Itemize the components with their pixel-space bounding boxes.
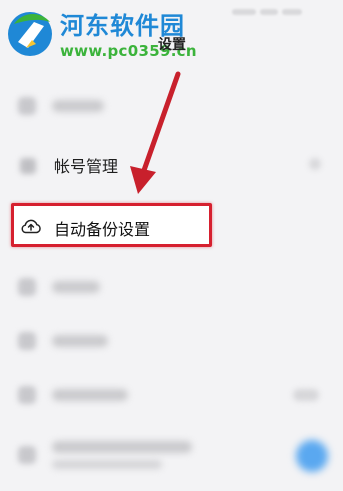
- row-value-blurred: [293, 389, 319, 401]
- row-icon: [18, 97, 36, 115]
- row-label-blurred: [52, 389, 128, 401]
- row-label-blurred: [52, 335, 108, 347]
- row-icon: [18, 386, 36, 404]
- settings-screen: 河东软件园 www.pc0359.cn 设置 帐号管理 自动备份设置: [0, 0, 343, 491]
- watermark: 河东软件园 www.pc0359.cn: [0, 0, 240, 72]
- settings-row-blurred[interactable]: [0, 258, 343, 314]
- settings-row-blurred[interactable]: [0, 426, 343, 482]
- page-title: 设置: [158, 37, 186, 53]
- cloud-upload-icon: [21, 219, 41, 234]
- row-label-blurred: [52, 281, 100, 293]
- site-logo-icon: [8, 12, 52, 56]
- settings-row-blurred[interactable]: [0, 312, 343, 368]
- status-bar: [232, 0, 312, 15]
- row-label-blurred: [52, 100, 104, 112]
- annotation-arrow: [130, 71, 181, 194]
- account-label: 帐号管理: [54, 157, 119, 176]
- row-icon: [18, 332, 36, 350]
- row-icon: [18, 446, 36, 464]
- row-icon: [18, 278, 36, 296]
- toggle-switch[interactable]: [296, 440, 328, 472]
- settings-row-auto-backup[interactable]: 自动备份设置: [11, 203, 212, 247]
- account-icon: [20, 158, 36, 174]
- settings-row-blurred[interactable]: [0, 366, 343, 422]
- auto-backup-label: 自动备份设置: [54, 220, 151, 239]
- row-label-blurred: [52, 441, 192, 453]
- chevron-right-icon: [309, 158, 321, 170]
- row-sublabel-blurred: [52, 460, 162, 469]
